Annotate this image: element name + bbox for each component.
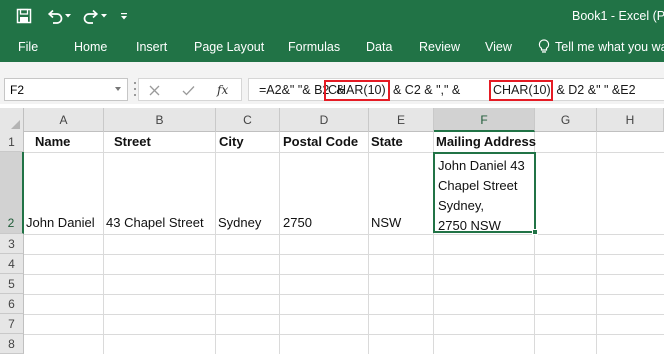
gridline [24, 234, 664, 235]
gridline [24, 314, 664, 315]
gridline [24, 334, 664, 335]
title-bar: Book1 - Excel (Pro [0, 0, 664, 33]
mailing-address-line: John Daniel 43 [438, 158, 525, 173]
tab-review[interactable]: Review [419, 40, 460, 54]
tab-home[interactable]: Home [74, 40, 107, 54]
gridline [24, 294, 664, 295]
row-header-7[interactable]: 7 [0, 314, 24, 334]
gridline [103, 132, 104, 354]
mailing-address-line: Sydney, [438, 198, 485, 213]
insert-function-button[interactable]: fx [217, 83, 228, 97]
lightbulb-icon [538, 39, 550, 53]
ribbon-collapsed-area [0, 62, 664, 76]
gridline [368, 132, 369, 354]
tell-me-label: Tell me what you wa [555, 39, 664, 54]
tell-me-box[interactable]: Tell me what you wa [538, 39, 664, 54]
row-header-3[interactable]: 3 [0, 234, 24, 254]
customize-dropdown-icon [121, 13, 127, 20]
mailing-address-line: Chapel Street [438, 178, 518, 193]
gridline [279, 132, 280, 354]
gridline [596, 132, 597, 354]
select-all-button[interactable] [0, 108, 24, 132]
redo-icon [83, 9, 107, 24]
column-header-d[interactable]: D [280, 108, 369, 132]
highlight-box [324, 80, 390, 101]
window-title: Book1 - Excel (Pro [572, 9, 664, 23]
undo-icon [47, 9, 71, 24]
highlight-box [489, 80, 553, 101]
cell-c1[interactable]: City [217, 134, 279, 149]
column-header-a[interactable]: A [24, 108, 104, 132]
cell-b2[interactable]: 43 Chapel Street [104, 215, 216, 230]
row-header-1[interactable]: 1 [0, 132, 24, 152]
gridline [24, 254, 664, 255]
formula-bar-resize-handle[interactable] [133, 82, 137, 96]
customize-toolbar-button[interactable] [116, 4, 132, 28]
name-box-value: F2 [10, 83, 25, 97]
gridline [24, 152, 664, 153]
tab-formulas[interactable]: Formulas [288, 40, 340, 54]
save-icon [16, 8, 32, 24]
fill-handle[interactable] [532, 229, 538, 235]
ribbon-tabs: File Home Insert Page Layout Formulas Da… [0, 33, 664, 62]
tab-insert[interactable]: Insert [136, 40, 167, 54]
mailing-address-text: John Daniel 43 Chapel Street Sydney, 275… [438, 156, 525, 236]
column-header-h[interactable]: H [597, 108, 664, 132]
cell-a1[interactable]: Name [33, 134, 103, 149]
name-box[interactable]: F2 [4, 78, 128, 101]
cell-c2[interactable]: Sydney [216, 215, 280, 230]
cell-e2[interactable]: NSW [369, 215, 434, 230]
formula-buttons: fx [138, 78, 242, 101]
cell-d2[interactable]: 2750 [281, 215, 369, 230]
gridline [215, 132, 216, 354]
cancel-icon[interactable] [147, 83, 161, 97]
worksheet-grid: A B C D E F G H 1 2 3 4 5 6 7 8 Name Str… [0, 108, 664, 354]
gridline [24, 274, 664, 275]
formula-text-part: & C2 & "," & [393, 83, 461, 97]
tab-page-layout[interactable]: Page Layout [194, 40, 264, 54]
column-header-g[interactable]: G [535, 108, 597, 132]
formula-bar: F2 fx =A2&" "& B2 & CHAR(10) & C2 & "," … [0, 76, 664, 104]
formula-input[interactable]: =A2&" "& B2 & CHAR(10) & C2 & "," & CHAR… [248, 78, 664, 101]
name-box-dropdown-icon[interactable] [115, 87, 121, 91]
row-header-8[interactable]: 8 [0, 334, 24, 354]
cell-a2[interactable]: John Daniel [24, 215, 104, 230]
active-cell-f2[interactable]: John Daniel 43 Chapel Street Sydney, 275… [433, 152, 536, 233]
save-button[interactable] [12, 4, 36, 28]
cell-b1[interactable]: Street [112, 134, 215, 149]
row-header-6[interactable]: 6 [0, 294, 24, 314]
column-header-row: A B C D E F G H [0, 108, 664, 132]
row-header-4[interactable]: 4 [0, 254, 24, 274]
column-header-e[interactable]: E [369, 108, 434, 132]
column-header-c[interactable]: C [216, 108, 280, 132]
cell-d1[interactable]: Postal Code [281, 134, 369, 149]
cell-f1[interactable]: Mailing Address [434, 134, 564, 149]
row-header-5[interactable]: 5 [0, 274, 24, 294]
formula-text-part: & D2 &" " &E2 [553, 83, 636, 97]
redo-button[interactable] [80, 4, 110, 28]
tab-view[interactable]: View [485, 40, 512, 54]
enter-icon[interactable] [181, 83, 195, 97]
column-header-f[interactable]: F [434, 108, 535, 132]
column-header-b[interactable]: B [104, 108, 216, 132]
row-header-2[interactable]: 2 [0, 152, 24, 234]
tab-data[interactable]: Data [366, 40, 392, 54]
tab-file[interactable]: File [18, 40, 38, 54]
mailing-address-line: 2750 NSW [438, 218, 501, 233]
undo-button[interactable] [44, 4, 74, 28]
cell-e1[interactable]: State [369, 134, 434, 149]
